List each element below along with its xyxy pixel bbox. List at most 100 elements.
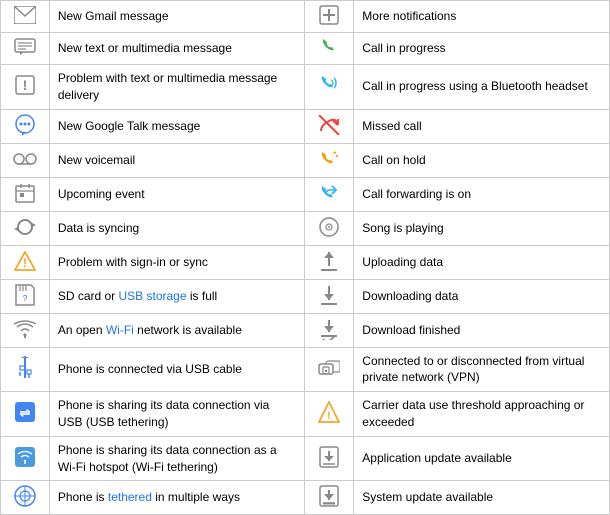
left-text-7: Problem with sign-in or sync [58,255,208,269]
download-done-icon [319,329,339,343]
left-icon-cell-7: ! [1,245,50,279]
sysupdate-icon [319,496,339,510]
tethering-icon: ⇌ [14,412,36,426]
right-text-cell-1: Call in progress [354,33,610,65]
plus-icon [319,14,339,28]
left-icon-cell-2: ! [1,65,50,110]
carrier-icon: ! [318,412,340,426]
appupdate-icon [319,457,339,471]
left-icon-cell-11: ⇌ [1,392,50,437]
music-icon [319,226,339,240]
sync-icon [14,227,36,241]
left-text-0: New Gmail message [58,9,169,23]
right-text-cell-2: Call in progress using a Bluetooth heads… [354,65,610,110]
left-icon-cell-10 [1,347,50,392]
warning-icon: ! [14,260,36,274]
left-text-10: Phone is connected via USB cable [58,362,242,376]
left-text-cell-0: New Gmail message [49,1,305,33]
forward-icon [318,193,340,207]
sms-icon [14,45,36,59]
multiway-icon [14,496,36,510]
right-icon-cell-6 [305,211,354,245]
left-icon-cell-8: ? [1,279,50,313]
hold-icon [318,159,340,173]
right-text-cell-11: Carrier data use threshold approaching o… [354,392,610,437]
wifi-link[interactable]: Wi-Fi [106,323,134,337]
usb-icon [16,369,34,383]
left-text-cell-10: Phone is connected via USB cable [49,347,305,392]
right-text-2: Call in progress using a Bluetooth heads… [362,79,587,93]
left-text-cell-11: Phone is sharing its data connection via… [49,392,305,437]
left-text-8: SD card or USB storage is full [58,289,217,303]
right-text-10: Connected to or disconnected from virtua… [362,354,584,385]
right-text-cell-5: Call forwarding is on [354,177,610,211]
left-text-3: New Google Talk message [58,119,201,133]
vpn-icon [318,365,340,379]
svg-text:!: ! [23,256,27,270]
right-text-cell-4: Call on hold [354,143,610,177]
right-icon-cell-5 [305,177,354,211]
voicemail-icon [13,155,37,169]
left-icon-cell-0 [1,1,50,33]
right-text-11: Carrier data use threshold approaching o… [362,398,584,429]
left-text-6: Data is syncing [58,221,139,235]
right-icon-cell-8 [305,279,354,313]
left-text-12: Phone is sharing its data connection as … [58,443,277,474]
right-text-8: Downloading data [362,289,458,303]
right-icon-cell-1 [305,33,354,65]
right-text-1: Call in progress [362,41,445,55]
left-icon-cell-3 [1,109,50,143]
right-text-3: Missed call [362,119,421,133]
left-text-cell-1: New text or multimedia message [49,33,305,65]
right-text-13: System update available [362,490,493,504]
right-text-9: Download finished [362,323,460,337]
right-text-12: Application update available [362,451,511,465]
upload-icon [319,261,339,275]
sdcard-icon: ? [15,295,35,309]
right-text-cell-7: Uploading data [354,245,610,279]
left-icon-cell-5 [1,177,50,211]
right-text-cell-3: Missed call [354,109,610,143]
right-icon-cell-9 [305,313,354,347]
phone-blue-icon [318,85,340,99]
right-text-cell-9: Download finished [354,313,610,347]
right-icon-cell-4 [305,143,354,177]
left-text-cell-5: Upcoming event [49,177,305,211]
error-icon: ! [15,84,35,98]
download-icon [319,295,339,309]
right-text-7: Uploading data [362,255,443,269]
left-icon-cell-12 [1,436,50,481]
right-text-cell-10: Connected to or disconnected from virtua… [354,347,610,392]
right-text-4: Call on hold [362,153,425,167]
left-text-9: An open Wi-Fi network is available [58,323,242,337]
left-text-cell-3: New Google Talk message [49,109,305,143]
left-text-cell-4: New voicemail [49,143,305,177]
phone-green-icon [319,46,339,60]
tethered-link[interactable]: tethered [108,490,152,504]
svg-text:?: ? [23,294,28,303]
right-icon-cell-10 [305,347,354,392]
gtalk-icon [14,125,36,139]
left-text-11: Phone is sharing its data connection via… [58,398,269,429]
right-text-0: More notifications [362,9,456,23]
left-text-cell-7: Problem with sign-in or sync [49,245,305,279]
right-icon-cell-7 [305,245,354,279]
usb-storage-link[interactable]: USB storage [119,289,187,303]
left-text-cell-2: Problem with text or multimedia message … [49,65,305,110]
left-text-5: Upcoming event [58,187,145,201]
right-icon-cell-3 [305,109,354,143]
left-text-cell-9: An open Wi-Fi network is available [49,313,305,347]
hotspot-icon [14,457,36,471]
left-text-1: New text or multimedia message [58,41,232,55]
right-icon-cell-11: ! [305,392,354,437]
left-icon-cell-1 [1,33,50,65]
left-text-13: Phone is tethered in multiple ways [58,490,240,504]
gmail-icon [14,13,36,27]
left-text-4: New voicemail [58,153,135,167]
right-icon-cell-0 [305,1,354,33]
svg-text:⇌: ⇌ [19,405,30,420]
left-text-2: Problem with text or multimedia message … [58,71,277,102]
right-text-6: Song is playing [362,221,443,235]
right-text-cell-0: More notifications [354,1,610,33]
right-icon-cell-2 [305,65,354,110]
